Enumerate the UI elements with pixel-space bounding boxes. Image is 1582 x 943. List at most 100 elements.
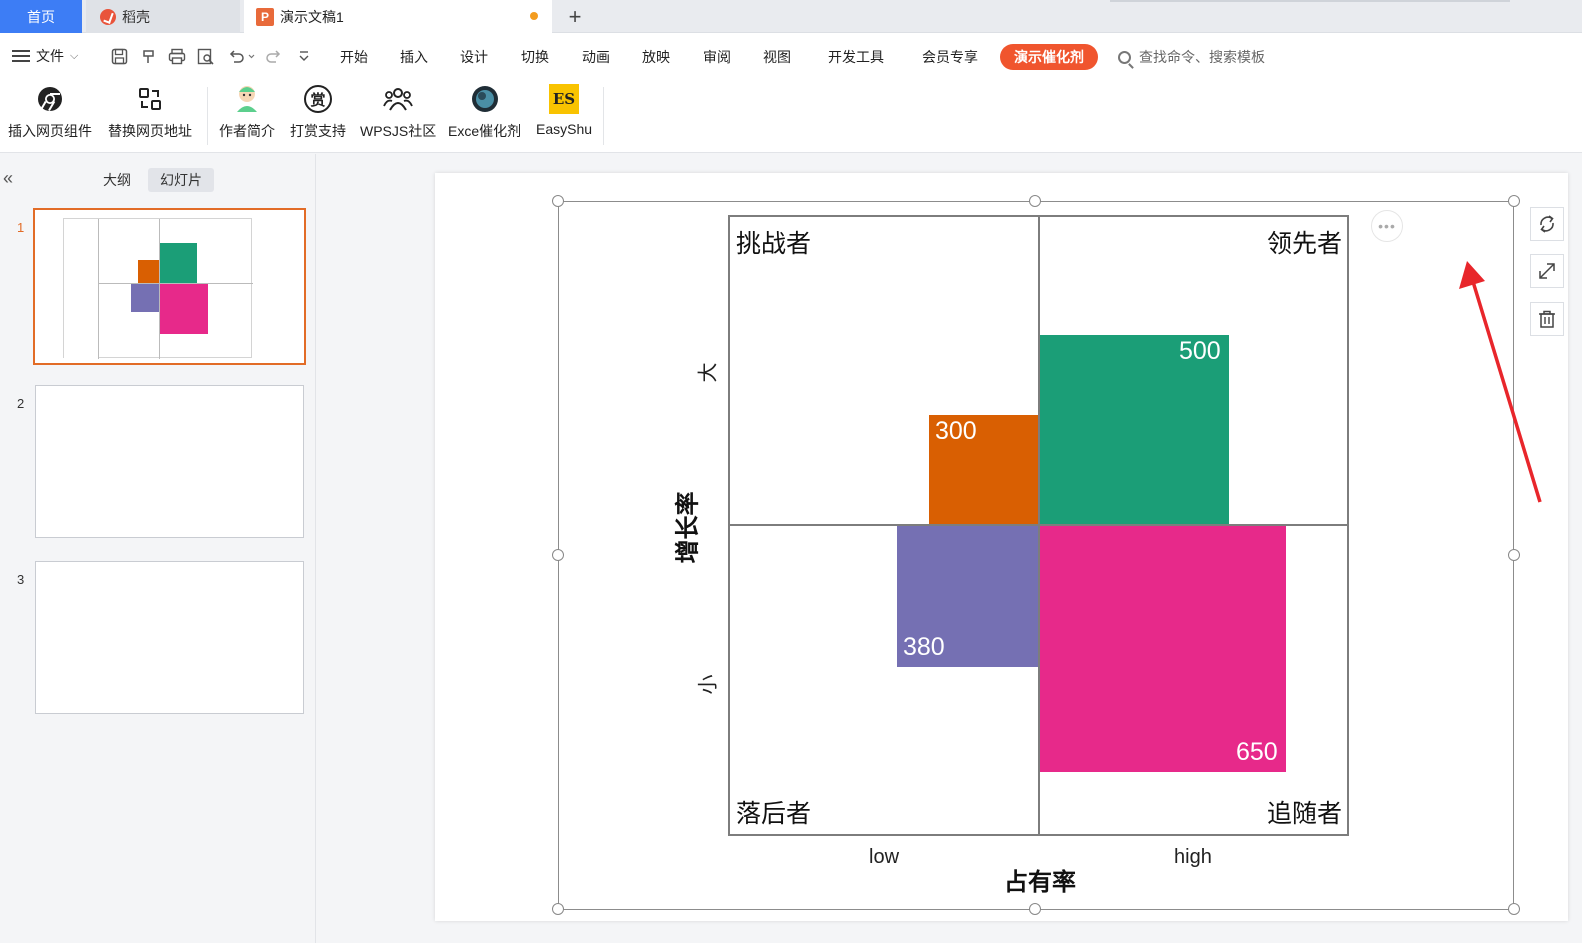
tab-daoke-label: 稻壳 [122, 8, 150, 25]
slide-thumbnail-3[interactable] [35, 561, 304, 714]
quadrant-label-follower: 追随者 [1267, 800, 1343, 828]
menu-view[interactable]: 视图 [763, 47, 791, 67]
tab-document-label: 演示文稿1 [280, 8, 344, 25]
wpsjs-community-button[interactable]: WPSJS社区 [360, 83, 436, 141]
reward-icon: 赏 [302, 83, 334, 115]
presentation-icon: P [256, 7, 274, 26]
thumb-bar [160, 243, 197, 283]
menu-bar: 文件 ⌵ 开始 插入 设计 切换 动画 放映 审阅 视图 开发工具 会员专享 演… [0, 33, 1582, 79]
reward-glyph: 赏 [304, 85, 332, 113]
titlebar-divider [1110, 0, 1510, 2]
menu-insert[interactable]: 插入 [400, 47, 428, 67]
thumb-bar [160, 284, 208, 334]
insert-web-component-button[interactable]: 插入网页组件 [8, 83, 92, 141]
tab-outline[interactable]: 大纲 [91, 168, 143, 192]
menu-animation[interactable]: 动画 [582, 47, 610, 67]
bar-value-label: 650 [1236, 738, 1278, 766]
center-horizontal-line [728, 524, 1349, 526]
y-tick-label: 小 [697, 674, 720, 695]
unsaved-dot-icon [530, 12, 538, 20]
plus-icon: + [568, 3, 582, 29]
resize-handle[interactable] [1029, 195, 1041, 207]
tab-home[interactable]: 首页 [0, 0, 82, 33]
collapse-panel-icon[interactable]: « [3, 168, 13, 189]
save-icon[interactable] [108, 45, 130, 67]
easyshu-button[interactable]: ES EasyShu [536, 83, 592, 137]
x-tick-label: low [869, 846, 900, 868]
reward-support-label: 打赏支持 [290, 123, 346, 139]
chrome-icon [34, 83, 66, 115]
x-axis-title: 占有率 [1004, 869, 1076, 896]
menu-presentation-catalyst[interactable]: 演示催化剂 [1000, 44, 1098, 70]
tab-document[interactable]: P 演示文稿1 [244, 0, 552, 33]
thumb-bar [138, 260, 159, 283]
menu-member[interactable]: 会员专享 [922, 47, 978, 67]
bar-value-label: 300 [935, 417, 977, 445]
ribbon-divider [207, 87, 208, 145]
replace-url-label: 替换网页地址 [108, 123, 192, 139]
print-icon[interactable] [166, 45, 188, 67]
slide-thumbnail-2[interactable] [35, 385, 304, 538]
replace-url-button[interactable]: 替换网页地址 [108, 83, 192, 141]
tab-slides[interactable]: 幻灯片 [148, 168, 214, 192]
excel-catalyst-icon [469, 83, 501, 115]
new-tab-button[interactable]: + [560, 0, 590, 33]
menu-developer[interactable]: 开发工具 [828, 47, 884, 67]
y-axis-title: 增长率 [674, 491, 702, 564]
daoke-logo-icon [100, 8, 116, 25]
resize-handle[interactable] [552, 549, 564, 561]
resize-handle[interactable] [1508, 549, 1520, 561]
resize-handle[interactable] [552, 903, 564, 915]
community-icon [382, 83, 414, 115]
ribbon-divider [603, 87, 604, 145]
format-painter-icon[interactable] [138, 45, 160, 67]
menu-slideshow[interactable]: 放映 [642, 47, 670, 67]
menu-presentation-catalyst-label: 演示催化剂 [1014, 49, 1084, 65]
customize-toolbar-icon[interactable] [293, 45, 315, 67]
quadrant-label-leader: 领先者 [1267, 230, 1343, 258]
resize-handle[interactable] [1508, 903, 1520, 915]
search-icon [1118, 50, 1131, 64]
print-preview-icon[interactable] [195, 45, 217, 67]
reward-support-button[interactable]: 赏 打赏支持 [290, 83, 346, 141]
quadrant-label-laggard: 落后者 [736, 800, 812, 828]
file-menu-label: 文件 [36, 48, 64, 64]
avatar-icon [231, 83, 263, 115]
bar-value-label: 500 [1179, 337, 1221, 365]
more-options-button[interactable]: ••• [1371, 210, 1403, 242]
menu-review[interactable]: 审阅 [703, 47, 731, 67]
author-intro-label: 作者简介 [219, 123, 275, 139]
rotate-button[interactable] [1530, 207, 1564, 241]
bar-bottom-right [1039, 525, 1286, 772]
resize-handle[interactable] [552, 195, 564, 207]
insert-web-component-label: 插入网页组件 [8, 123, 92, 139]
slide-number: 2 [17, 396, 25, 411]
thumbnail-chart [63, 218, 253, 359]
excel-catalyst-button[interactable]: Exce催化剂 [448, 83, 521, 141]
menu-transition[interactable]: 切换 [521, 47, 549, 67]
tab-daoke[interactable]: 稻壳 [86, 0, 240, 33]
slide-panel: « 大纲 幻灯片 1 2 3 [0, 154, 316, 943]
thumb-margin [64, 219, 98, 359]
command-search[interactable]: 查找命令、搜索模板 [1118, 47, 1265, 67]
x-tick-label: high [1174, 846, 1212, 868]
rotate-icon [1540, 215, 1554, 233]
file-menu[interactable]: 文件 ⌵ [12, 46, 78, 66]
replace-url-icon [134, 83, 166, 115]
title-bar: 首页 稻壳 P 演示文稿1 + [0, 0, 1582, 33]
thumb-frame-line [98, 219, 99, 359]
resize-handle[interactable] [1508, 195, 1520, 207]
easyshu-label: EasyShu [536, 121, 593, 137]
menu-design[interactable]: 设计 [460, 47, 488, 67]
menu-start[interactable]: 开始 [340, 47, 368, 67]
thumb-bar [131, 284, 159, 312]
slide-thumbnail-1[interactable] [33, 208, 306, 365]
undo-icon[interactable] [226, 45, 258, 67]
easyshu-icon: ES [548, 83, 580, 115]
slide-number: 1 [17, 220, 25, 235]
resize-handle[interactable] [1029, 903, 1041, 915]
bar-value-label: 380 [903, 633, 945, 661]
author-intro-button[interactable]: 作者简介 [219, 83, 275, 141]
excel-catalyst-label: Exce催化剂 [448, 123, 522, 139]
redo-icon[interactable] [262, 45, 284, 67]
